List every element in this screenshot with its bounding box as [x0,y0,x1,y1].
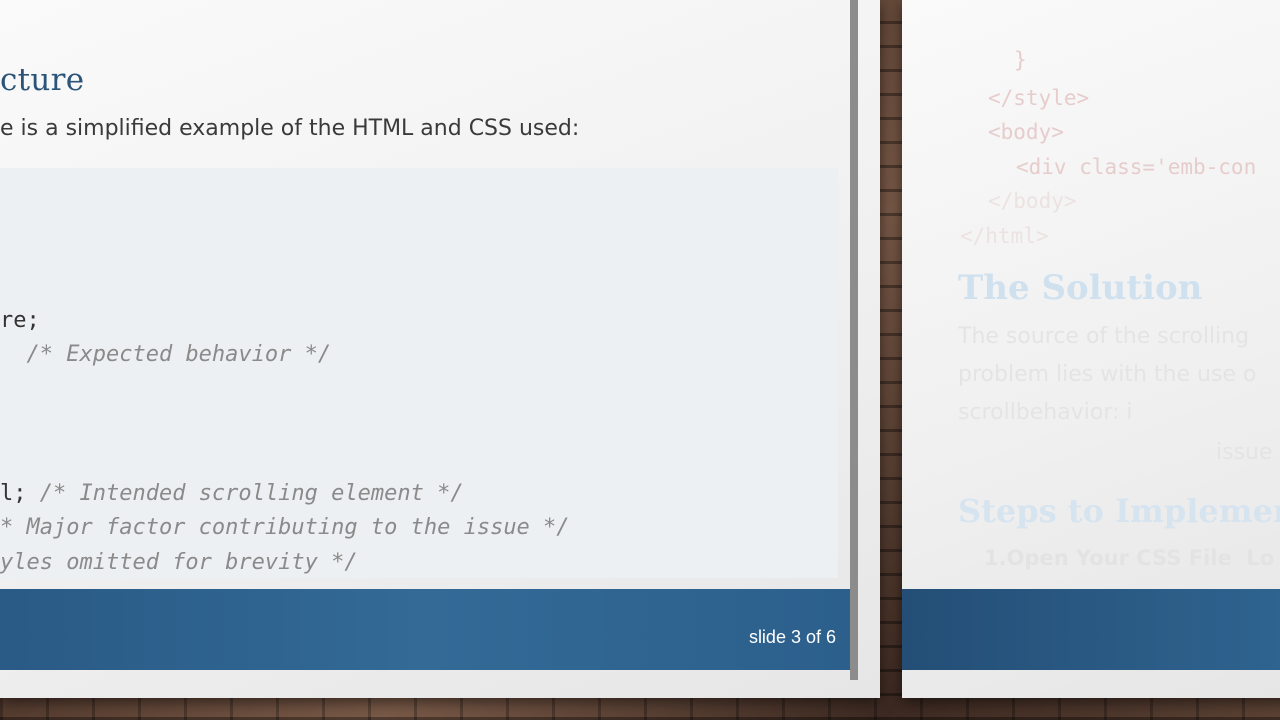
next-slide-preview[interactable]: } </style> <body> <div class='emb-con </… [902,0,1280,698]
code-comment: /* Intended scrolling element */ [39,481,464,506]
ghost-code-line: </html> [960,224,1049,248]
next-slide-text: problem lies with the use o [958,362,1257,387]
next-slide-text: The source of the scrolling [958,324,1250,349]
next-slide-footer-bar [902,589,1280,670]
slide-edge-strip [850,0,858,680]
code-comment: yles omitted for brevity */ [0,550,358,575]
next-slide-text: issue [1216,440,1273,465]
code-comment: /* Expected behavior */ [26,342,332,367]
slide-content: cture e is a simplified example of the H… [0,0,858,680]
slide-counter: slide 3 of 6 [748,627,836,647]
slide-title: cture [0,62,85,98]
next-slide-step: 1.Open Your CSS File Lo [984,546,1275,570]
code-block: re; /* Expected behavior */ l; /* Intend… [0,168,838,578]
next-slide-text: scrollbehavior: i [958,400,1133,425]
ghost-code-line: <div class='emb-con [1016,155,1257,179]
code-text: l; [0,481,40,506]
ghost-code-line: </style> [988,86,1090,110]
next-slide-content: } </style> <body> <div class='emb-con </… [902,0,1280,698]
next-slide-title: The Solution [958,268,1203,308]
code-line: /* Expected behavior */ [0,342,332,367]
code-line: re; [0,308,40,333]
code-comment: * Major factor contributing to the issue… [0,515,570,540]
slide-footer-bar: slide 3 of 6 [0,589,850,670]
ghost-code-line: <body> [988,120,1064,144]
code-line: l; /* Intended scrolling element */ [0,481,464,506]
code-line: yles omitted for brevity */ [0,550,358,575]
ghost-code-line: </body> [988,189,1077,213]
code-text: re; [0,308,40,333]
next-slide-heading: Steps to Implemen [958,492,1280,530]
ghost-code-line: } [1014,48,1027,72]
slide-intro-text: e is a simplified example of the HTML an… [0,116,580,141]
current-slide: cture e is a simplified example of the H… [0,0,880,698]
code-line: * Major factor contributing to the issue… [0,515,570,540]
